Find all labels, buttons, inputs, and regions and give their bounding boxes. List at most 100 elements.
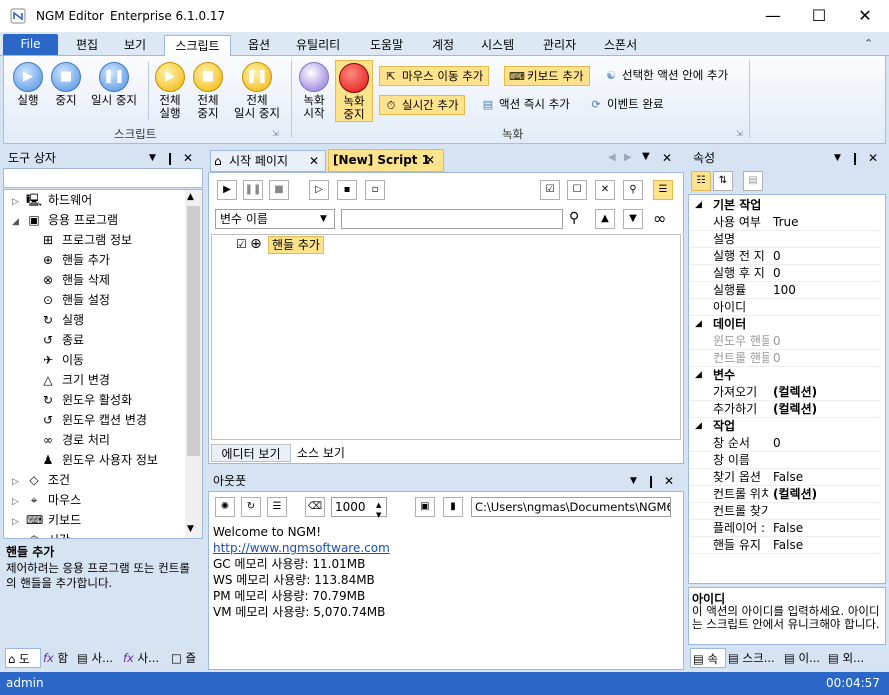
toolbox-item[interactable]: ⊞ 프로그램 정보 bbox=[40, 230, 132, 250]
run-all-button[interactable]: ▶ 전체 실행 bbox=[152, 62, 188, 120]
move-down-icon[interactable]: ▼ bbox=[623, 209, 643, 229]
save-icon[interactable]: ▣ bbox=[415, 497, 435, 517]
toolbox-close-icon[interactable]: ✕ bbox=[183, 148, 193, 168]
property-row[interactable]: 창 순서 0 bbox=[689, 435, 879, 452]
variable-select[interactable]: 변수 이름 ▼ bbox=[215, 209, 335, 229]
property-category[interactable]: ◢ 작업 bbox=[689, 418, 879, 435]
toolbox-item[interactable]: △ 크기 변경 bbox=[40, 370, 110, 390]
property-value[interactable]: 0 bbox=[773, 333, 781, 350]
properties-pin-icon[interactable]: ❙ bbox=[850, 148, 860, 168]
bottom-tab-user-func[interactable]: fx 사... bbox=[123, 648, 169, 668]
move-up-icon[interactable]: ▲ bbox=[595, 209, 615, 229]
output-path-field[interactable]: C:\Users\ngmas\Documents\NGM6\ bbox=[471, 497, 671, 517]
property-value[interactable]: 100 bbox=[773, 282, 796, 299]
property-value[interactable]: False bbox=[773, 537, 803, 554]
scroll-down-icon[interactable]: ▼ bbox=[187, 524, 194, 534]
property-row[interactable]: 플레이어 : False bbox=[689, 520, 879, 537]
tab-help[interactable]: 도움말 bbox=[362, 35, 411, 56]
output-refresh-icon[interactable]: ↻ bbox=[241, 497, 261, 517]
sort-az-icon[interactable]: ⇅ bbox=[713, 171, 733, 191]
property-row[interactable]: 컨트롤 핸들 0 bbox=[689, 350, 879, 367]
event-complete-button[interactable]: ⟳ 이벤트 완료 bbox=[585, 95, 669, 115]
view-source-tab[interactable]: 소스 보기 bbox=[291, 444, 351, 462]
property-row[interactable]: 설명 bbox=[689, 231, 879, 248]
bottom-tab-toolbox[interactable]: ⌂ 도 bbox=[5, 648, 41, 668]
toolbox-item[interactable]: ♟ 윈도우 사용자 정보 bbox=[40, 450, 158, 470]
tab-admin[interactable]: 관리자 bbox=[535, 35, 584, 56]
scroll-thumb[interactable] bbox=[187, 206, 200, 456]
property-row[interactable]: 컨트롤 위치 (컬렉션) bbox=[689, 486, 879, 503]
tab-script[interactable]: 스크립트 bbox=[164, 35, 231, 57]
property-value[interactable]: (컬렉션) bbox=[773, 384, 817, 401]
bottom-tab-script[interactable]: ▤ 스크... bbox=[728, 648, 782, 668]
tab-prev-icon[interactable]: ◀ bbox=[608, 152, 616, 163]
bottom-tab-image[interactable]: ▤ 이... bbox=[784, 648, 826, 668]
tab-script-1[interactable]: [New] Script 1 ✕ bbox=[328, 149, 444, 172]
toolbox-item[interactable]: ↻ 윈도우 활성화 bbox=[40, 390, 132, 410]
toolbox-scrollbar[interactable]: ▲ ▼ bbox=[185, 190, 202, 538]
record-stop-button[interactable]: 녹화 중지 bbox=[335, 60, 373, 122]
tab-file[interactable]: File bbox=[3, 34, 58, 55]
output-close-icon[interactable]: ✕ bbox=[664, 471, 674, 491]
property-row[interactable]: 가져오기 (컬렉션) bbox=[689, 384, 879, 401]
close-start-tab-icon[interactable]: ✕ bbox=[309, 151, 319, 171]
stepper-down-icon[interactable]: ▼ bbox=[376, 506, 381, 524]
toolbox-search-input[interactable] bbox=[3, 168, 203, 188]
property-row[interactable]: 윈도우 핸들 0 bbox=[689, 333, 879, 350]
expand-icon[interactable]: ▷ bbox=[12, 192, 26, 212]
node-checkbox[interactable]: ☑ bbox=[236, 237, 247, 251]
tab-list-icon[interactable]: ▼ bbox=[642, 151, 650, 162]
bottom-tab-external[interactable]: ▤ 외... bbox=[828, 648, 884, 668]
editor-close-icon[interactable]: ✕ bbox=[662, 151, 672, 165]
output-wrap-icon[interactable]: ☰ bbox=[267, 497, 287, 517]
pause-button[interactable]: ❚❚ 일시 중지 bbox=[86, 62, 142, 107]
editor-run-icon[interactable]: ▶ bbox=[217, 180, 237, 200]
collapse-icon[interactable]: ◢ bbox=[695, 418, 702, 435]
expand-icon[interactable]: ▷ bbox=[12, 472, 26, 492]
bottom-tab-user[interactable]: ▤ 사... bbox=[77, 648, 121, 668]
property-category[interactable]: ◢ 데이터 bbox=[689, 316, 879, 333]
toolbox-item[interactable]: ▷ 🖳 하드웨어 bbox=[12, 190, 92, 210]
toolbox-item[interactable]: ◢ ▣ 응용 프로그램 bbox=[12, 210, 118, 230]
toolbox-item[interactable]: ▷ ⌖ 마우스 bbox=[12, 490, 81, 510]
toolbox-item[interactable]: ✈ 이동 bbox=[40, 350, 84, 370]
toolbox-item[interactable]: ⊙ 핸들 설정 bbox=[40, 290, 110, 310]
tab-start-page[interactable]: ⌂ 시작 페이지 ✕ bbox=[210, 150, 326, 172]
toolbox-item[interactable]: ↺ 종료 bbox=[40, 330, 84, 350]
toolbox-item[interactable]: ⊗ 핸들 삭제 bbox=[40, 270, 110, 290]
infinity-loop-icon[interactable]: ∞ bbox=[653, 209, 666, 228]
run-button[interactable]: ▶ 실행 bbox=[10, 62, 46, 107]
search-icon[interactable]: ⚲ bbox=[569, 210, 579, 226]
stop-all-button[interactable]: ■ 전체 중지 bbox=[190, 62, 226, 120]
toolbox-item[interactable]: ↻ 실행 bbox=[40, 310, 84, 330]
script-group-launcher-icon[interactable]: ⇲ bbox=[272, 129, 279, 138]
output-dropdown-icon[interactable]: ▼ bbox=[630, 471, 637, 491]
add-keyboard-button[interactable]: ⌨ 키보드 추가 bbox=[504, 66, 590, 86]
property-value[interactable]: False bbox=[773, 520, 803, 537]
output-clear-icon[interactable]: ✺ bbox=[215, 497, 235, 517]
property-value[interactable]: (컬렉션) bbox=[773, 401, 817, 418]
toolbox-item[interactable]: ⊕ 핸들 추가 bbox=[40, 250, 110, 270]
tree-view-icon[interactable]: ☰ bbox=[653, 180, 673, 200]
output-count-stepper[interactable]: 1000 ▲ ▼ bbox=[331, 497, 387, 519]
tab-utility[interactable]: 유틸리티 bbox=[288, 35, 348, 56]
add-in-selected-button[interactable]: ☯ 선택한 액션 안에 추가 bbox=[600, 66, 733, 86]
tab-system[interactable]: 시스템 bbox=[473, 35, 522, 56]
stop-button[interactable]: ■ 중지 bbox=[48, 62, 84, 107]
zoom-icon[interactable]: ⚲ bbox=[623, 180, 643, 200]
property-row[interactable]: 추가하기 (컬렉션) bbox=[689, 401, 879, 418]
output-pin-icon[interactable]: ❙ bbox=[646, 471, 656, 491]
property-row[interactable]: 컨트롤 찾기 bbox=[689, 503, 879, 520]
toolbox-item[interactable]: ▷⏱ 시간 bbox=[12, 530, 70, 538]
eraser-icon[interactable]: ⌫ bbox=[305, 497, 325, 517]
close-script-tab-icon[interactable]: ✕ bbox=[425, 150, 435, 171]
property-row[interactable]: 사용 여부 True bbox=[689, 214, 879, 231]
property-row[interactable]: 아이디 bbox=[689, 299, 879, 316]
properties-dropdown-icon[interactable]: ▼ bbox=[834, 148, 841, 168]
tab-next-icon[interactable]: ▶ bbox=[624, 152, 632, 163]
collapse-icon[interactable]: ◢ bbox=[695, 197, 702, 214]
tab-sponsor[interactable]: 스폰서 bbox=[596, 35, 645, 56]
add-realtime-button[interactable]: ⏱ 실시간 추가 bbox=[379, 95, 465, 115]
check-all-icon[interactable]: ☑ bbox=[540, 180, 560, 200]
property-value[interactable]: False bbox=[773, 469, 803, 486]
